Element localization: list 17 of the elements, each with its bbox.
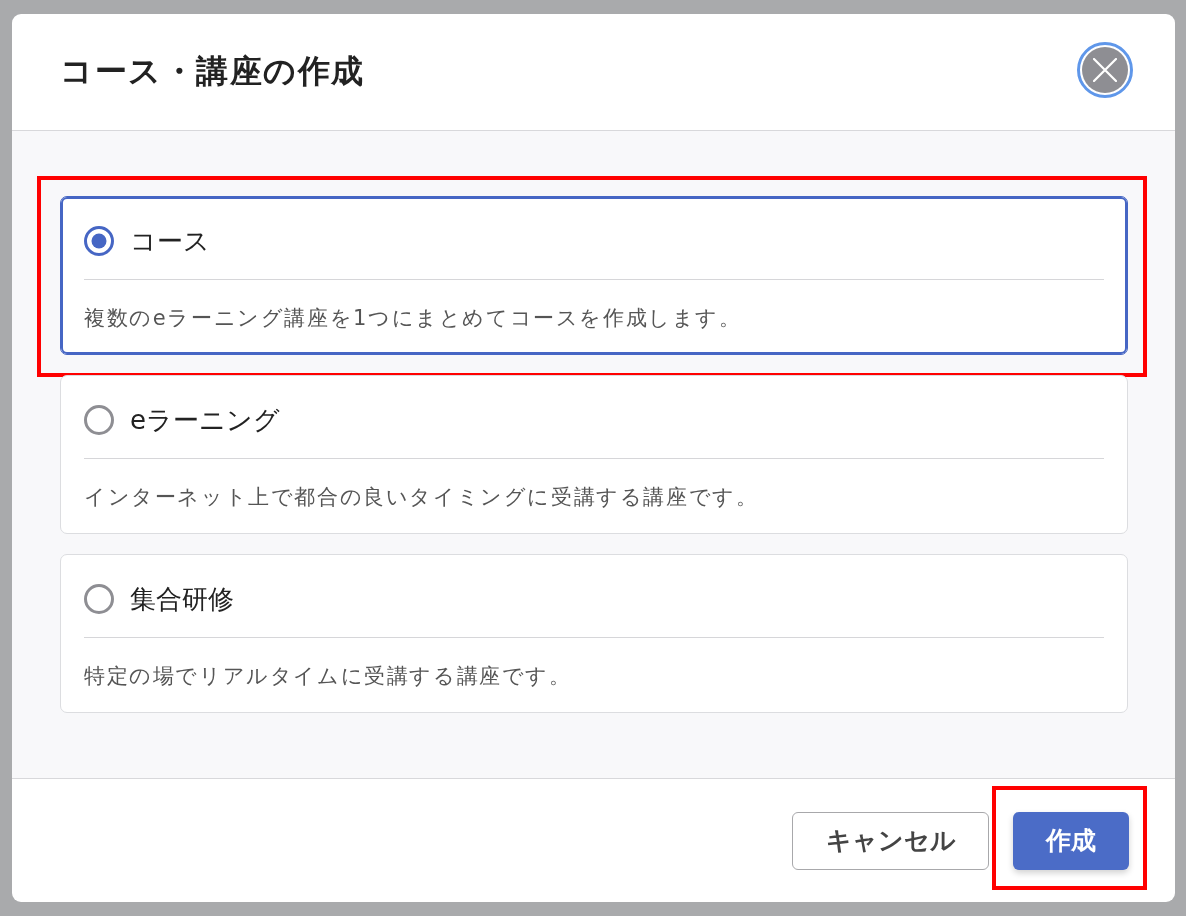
option-label: eラーニング: [130, 404, 280, 437]
radio-button[interactable]: [84, 405, 114, 435]
option-label: コース: [130, 225, 210, 258]
option-card[interactable]: eラーニング インターネット上で都合の良いタイミングに受講する講座です。: [60, 375, 1128, 534]
option-label: 集合研修: [130, 583, 234, 616]
option-description: 特定の場でリアルタイムに受講する講座です。: [84, 663, 573, 690]
create-button[interactable]: 作成: [1013, 811, 1129, 870]
option-description: インターネット上で都合の良いタイミングに受講する講座です。: [84, 484, 760, 511]
radio-button[interactable]: [84, 584, 114, 614]
option-card[interactable]: 集合研修 特定の場でリアルタイムに受講する講座です。: [60, 554, 1128, 713]
close-button[interactable]: [1077, 42, 1133, 98]
radio-button[interactable]: [84, 226, 114, 256]
dialog-title: コース・講座の作成: [60, 51, 365, 92]
cancel-button[interactable]: キャンセル: [792, 811, 989, 870]
option-card[interactable]: コース 複数のeラーニング講座を1つにまとめてコースを作成します。: [60, 196, 1128, 355]
close-icon: [1093, 58, 1117, 82]
option-description: 複数のeラーニング講座を1つにまとめてコースを作成します。: [84, 305, 743, 332]
